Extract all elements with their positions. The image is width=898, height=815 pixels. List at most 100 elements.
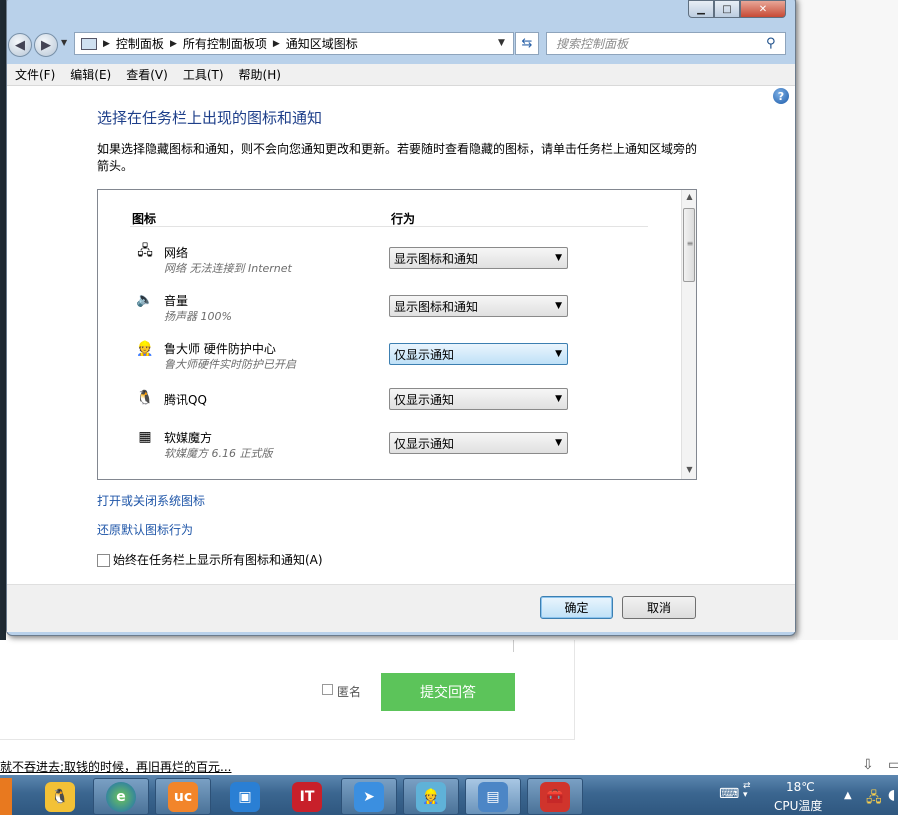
grip-icon: ≡ — [686, 239, 694, 248]
taskbar-app-browser[interactable]: e — [93, 778, 149, 815]
always-show-label[interactable]: 始终在任务栏上显示所有图标和通知(A) — [113, 551, 323, 568]
cpu-temperature-value: 18℃ — [786, 780, 815, 794]
submit-answer-button[interactable]: 提交回答 — [381, 673, 515, 711]
qq-icon: 🐧 — [136, 390, 154, 406]
vertical-scrollbar[interactable]: ▲ ≡ ▼ — [681, 190, 696, 479]
minimize-icon: ▁ — [697, 3, 705, 15]
browser-icon: e — [106, 781, 136, 812]
arrow-right-icon: ▶ — [41, 37, 51, 53]
cancel-button[interactable]: 取消 — [622, 596, 696, 619]
icon-list: 图标 行为 🖧 网络 网络 无法连接到 Internet 显示图标和通知 ▼ 🔈 … — [97, 189, 697, 480]
keyboard-icon[interactable]: ⌨ — [719, 786, 739, 802]
taskbar-app-ludashi[interactable]: 👷 — [403, 778, 459, 815]
back-button[interactable]: ◀ — [8, 33, 32, 57]
page-edge-icon: ▭ — [888, 757, 898, 773]
system-icons-link[interactable]: 打开或关闭系统图标 — [97, 492, 205, 509]
divider — [513, 640, 514, 652]
control-panel-icon: ▤ — [478, 781, 508, 812]
row-name: 软媒魔方 — [164, 431, 213, 445]
start-edge-icon[interactable] — [0, 778, 12, 815]
menu-tools[interactable]: 工具(T) — [183, 66, 224, 83]
row-subtitle: 网络 无法连接到 Internet — [164, 262, 292, 275]
behavior-value: 仅显示通知 — [394, 347, 455, 362]
taskbar-app-qq[interactable]: 🐧 — [32, 778, 88, 815]
maximize-icon: □ — [722, 3, 732, 15]
chevron-right-icon: ▶ — [272, 38, 280, 49]
row-name: 网络 — [164, 246, 189, 260]
restore-defaults-link[interactable]: 还原默认图标行为 — [97, 521, 193, 538]
menu-file[interactable]: 文件(F) — [15, 66, 55, 83]
behavior-value: 仅显示通知 — [394, 392, 455, 407]
anonymous-checkbox[interactable] — [322, 684, 333, 695]
taskbar-app-uc[interactable]: uc — [155, 778, 211, 815]
toolbox-icon: 🧰 — [540, 781, 570, 812]
search-icon[interactable]: ⚲ — [766, 36, 776, 51]
breadcrumb-control-panel[interactable]: 控制面板 — [116, 35, 164, 52]
ludashi-icon: 👷 — [416, 781, 446, 812]
forward-button[interactable]: ▶ — [34, 33, 58, 57]
menu-edit[interactable]: 编辑(E) — [70, 66, 111, 83]
scroll-up-icon[interactable]: ▲ — [682, 192, 697, 201]
refresh-icon: ⇆ — [521, 36, 533, 51]
row-name: 音量 — [164, 294, 189, 308]
bird-app-icon: ➤ — [354, 781, 384, 812]
qq-icon: 🐧 — [45, 781, 75, 812]
cpu-temperature-label: CPU温度 — [774, 799, 823, 813]
behavior-select[interactable]: 仅显示通知 ▼ — [389, 343, 568, 365]
dropdown-arrow-icon: ▼ — [555, 301, 562, 311]
browser-side-area — [796, 0, 898, 660]
news-ticker-link[interactable]: 就不吞进去;取钱的时候，再旧再烂的百元... — [0, 758, 232, 775]
page-title: 选择在任务栏上出现的图标和通知 — [97, 109, 323, 127]
download-icon[interactable]: ⇩ — [862, 757, 874, 773]
taskbar-app-bird[interactable]: ➤ — [341, 778, 397, 815]
network-tray-icon[interactable]: 🖧 — [866, 787, 882, 811]
caption-buttons: ▁ □ ✕ — [688, 0, 786, 18]
column-header-behavior: 行为 — [391, 212, 416, 226]
taskbar-app-control-panel[interactable]: ▤ — [465, 778, 521, 815]
scroll-down-icon[interactable]: ▼ — [682, 465, 697, 474]
chevron-right-icon: ▶ — [103, 38, 110, 49]
scroll-thumb[interactable]: ≡ — [683, 208, 695, 282]
behavior-select[interactable]: 显示图标和通知 ▼ — [389, 247, 568, 269]
show-hidden-icons-arrow[interactable]: ▲ — [844, 790, 852, 801]
computer-icon — [81, 37, 97, 50]
anonymous-label: 匿名 — [337, 685, 362, 699]
volume-tray-icon[interactable]: ◖ — [888, 787, 895, 803]
taskbar-app-box[interactable]: ▣ — [217, 778, 273, 815]
help-icon[interactable]: ? — [773, 88, 789, 104]
menu-help[interactable]: 帮助(H) — [239, 66, 281, 83]
ok-button[interactable]: 确定 — [540, 596, 613, 619]
ludashi-icon: 👷 — [136, 341, 154, 357]
always-show-checkbox[interactable] — [97, 554, 110, 567]
arrow-left-icon: ◀ — [15, 37, 25, 53]
address-bar[interactable]: ▶ 控制面板 ▶ 所有控制面板项 ▶ 通知区域图标 — [74, 32, 514, 55]
row-subtitle: 软媒魔方 6.16 正式版 — [164, 447, 273, 460]
app-box-icon: ▣ — [230, 781, 260, 812]
search-input[interactable]: 搜索控制面板 — [546, 32, 786, 55]
speaker-icon: 🔈 — [136, 292, 154, 308]
maximize-button[interactable]: □ — [714, 0, 740, 18]
row-subtitle: 扬声器 100% — [164, 310, 232, 323]
dropdown-arrow-icon: ▼ — [555, 438, 562, 448]
taskbar-app-toolbox[interactable]: 🧰 — [527, 778, 583, 815]
header-divider — [130, 226, 648, 227]
breadcrumb-all-items[interactable]: 所有控制面板项 — [183, 35, 267, 52]
network-icon: 🖧 — [137, 243, 153, 259]
row-name: 腾讯QQ — [164, 393, 207, 407]
history-dropdown-icon[interactable]: ▼ — [61, 38, 67, 47]
grid-icon: ▦ — [138, 429, 152, 445]
taskbar-app-it[interactable]: IT — [279, 778, 335, 815]
menu-view[interactable]: 查看(V) — [126, 66, 168, 83]
breadcrumb-notification-icons[interactable]: 通知区域图标 — [286, 35, 358, 52]
behavior-select[interactable]: 仅显示通知 ▼ — [389, 388, 568, 410]
refresh-button[interactable]: ⇆ — [515, 32, 539, 55]
address-dropdown-icon[interactable]: ▼ — [498, 38, 505, 48]
row-subtitle: 鲁大师硬件实时防护已开启 — [164, 358, 296, 371]
minimize-button[interactable]: ▁ — [688, 0, 714, 18]
close-button[interactable]: ✕ — [740, 0, 786, 18]
behavior-select[interactable]: 仅显示通知 ▼ — [389, 432, 568, 454]
column-header-icon: 图标 — [132, 212, 157, 226]
ime-icon[interactable]: ⇄ ▾ — [743, 782, 751, 800]
behavior-select[interactable]: 显示图标和通知 ▼ — [389, 295, 568, 317]
it-app-icon: IT — [292, 781, 322, 812]
